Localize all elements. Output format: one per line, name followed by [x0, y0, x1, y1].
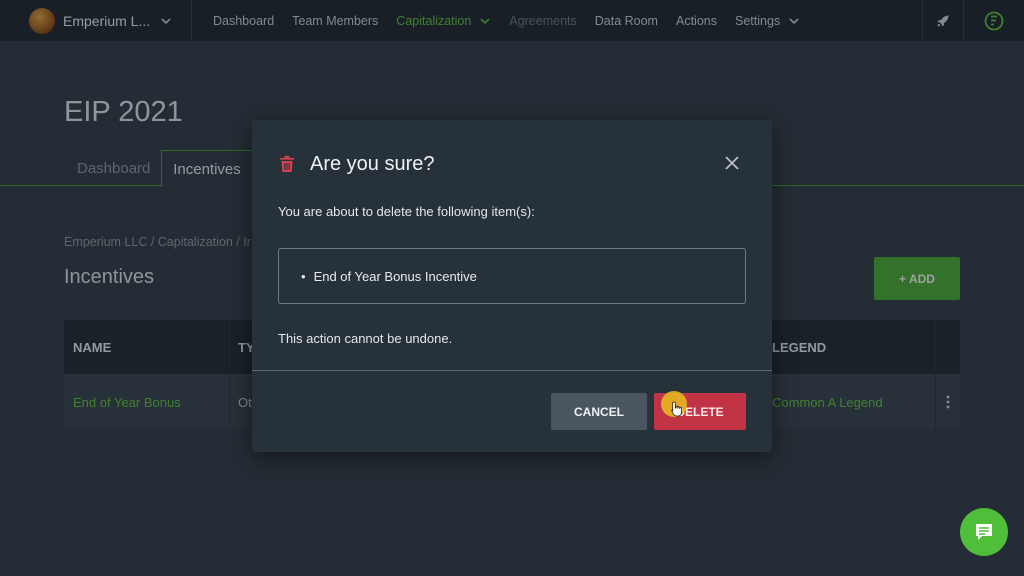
- delete-item: End of Year Bonus Incentive: [313, 268, 477, 284]
- close-icon[interactable]: [724, 155, 740, 171]
- chat-icon: [976, 524, 992, 540]
- dialog-message: You are about to delete the following it…: [278, 204, 535, 219]
- dialog-title: Are you sure?: [310, 153, 435, 175]
- hand-cursor-icon: [671, 401, 682, 417]
- chat-widget-button[interactable]: [960, 508, 1008, 556]
- confirm-delete-dialog: Are you sure? You are about to delete th…: [252, 120, 772, 452]
- dialog-warning: This action cannot be undone.: [278, 331, 453, 346]
- cancel-button[interactable]: CANCEL: [551, 393, 647, 430]
- delete-items-list: • End of Year Bonus Incentive: [278, 248, 746, 304]
- dialog-divider: [252, 370, 772, 371]
- bullet: •: [301, 268, 306, 284]
- trash-icon: [280, 156, 294, 172]
